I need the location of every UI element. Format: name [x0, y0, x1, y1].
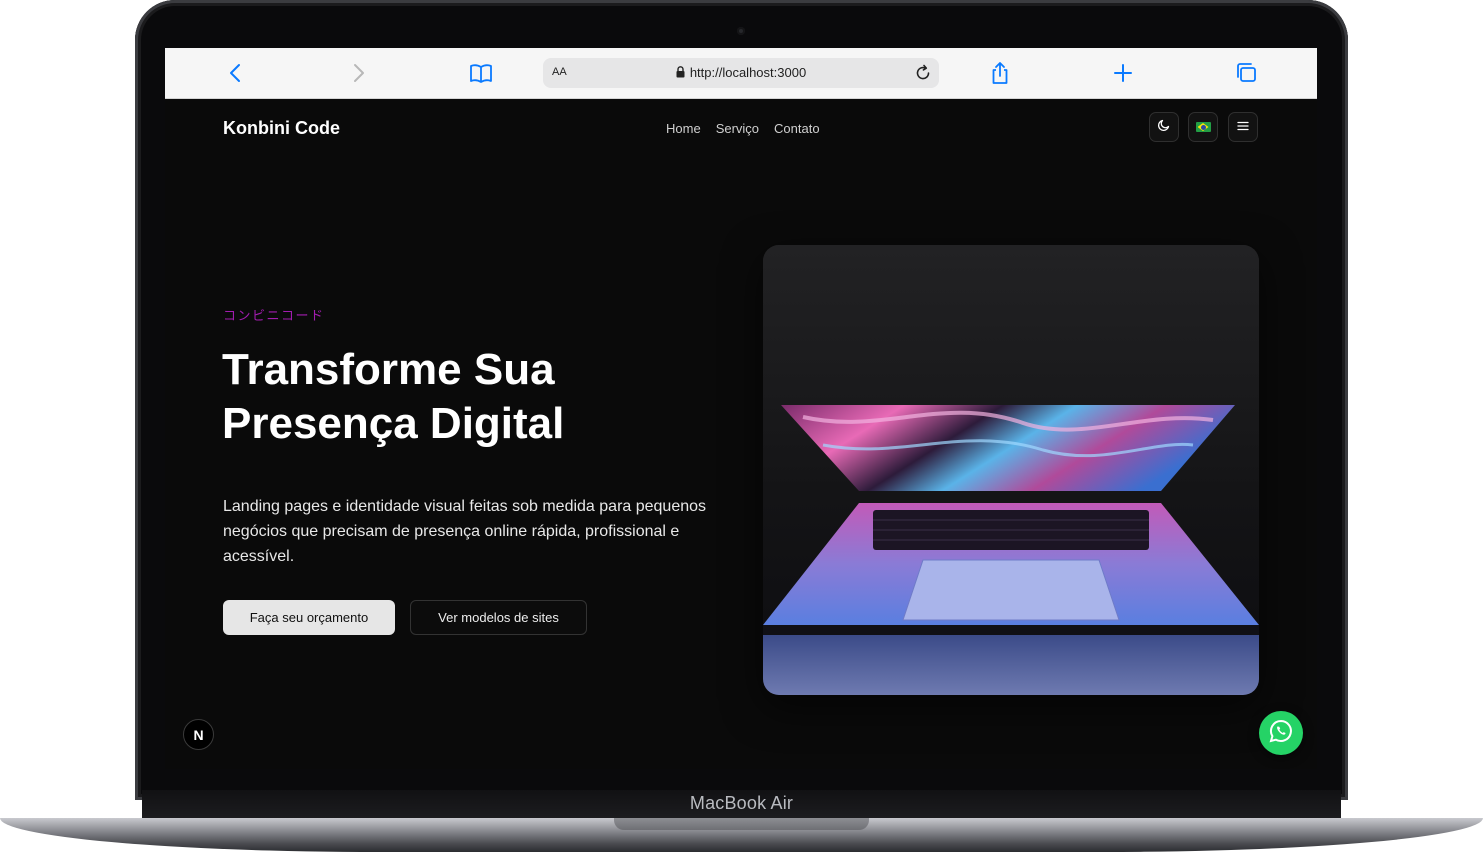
address-bar[interactable]: AA http://localhost:3000 [543, 58, 939, 88]
tabs-icon[interactable] [1233, 60, 1259, 86]
nav-servico[interactable]: Serviço [716, 121, 759, 136]
hero-eyebrow: コンビニコード [223, 308, 325, 323]
browser-toolbar: AA http://localhost:3000 [165, 48, 1317, 99]
plus-icon[interactable] [1110, 60, 1136, 86]
macbook-notch [614, 818, 869, 830]
theme-toggle-button[interactable] [1149, 112, 1179, 142]
whatsapp-icon [1267, 717, 1295, 750]
chevron-right-icon[interactable] [345, 60, 371, 86]
whatsapp-button[interactable] [1259, 711, 1303, 755]
reload-icon[interactable] [913, 63, 933, 88]
url-text: http://localhost:3000 [689, 65, 807, 80]
hamburger-menu-icon [1237, 118, 1249, 136]
nav-contato[interactable]: Contato [774, 121, 820, 136]
main-nav: Home Serviço Contato [666, 121, 820, 136]
laptop-photo [763, 245, 1259, 695]
lock-icon [676, 66, 685, 81]
screen: AA http://localhost:3000 Konbini Code Ho… [165, 48, 1317, 769]
dev-indicator-button[interactable]: N [183, 719, 214, 750]
moon-icon [1157, 118, 1171, 137]
website: Konbini Code Home Serviço Contato コンビニコー… [165, 98, 1317, 769]
brazil-flag-icon [1195, 122, 1211, 132]
hero-title: Transforme Sua Presença Digital [222, 343, 682, 451]
device-label: MacBook Air [689, 793, 794, 813]
nav-home[interactable]: Home [666, 121, 701, 136]
chevron-left-icon[interactable] [223, 60, 249, 86]
quote-button[interactable]: Faça seu orçamento [223, 600, 395, 635]
hero-title-line-2: Presença Digital [222, 399, 565, 448]
site-logo[interactable]: Konbini Code [223, 118, 340, 139]
menu-button[interactable] [1228, 112, 1258, 142]
hero-title-line-1: Transforme Sua [222, 345, 555, 394]
language-button[interactable] [1188, 112, 1218, 142]
share-icon[interactable] [987, 60, 1013, 86]
camera-icon [737, 27, 745, 35]
hero-description: Landing pages e identidade visual feitas… [223, 498, 707, 565]
book-icon[interactable] [468, 60, 494, 86]
view-templates-button[interactable]: Ver modelos de sites [410, 600, 587, 635]
